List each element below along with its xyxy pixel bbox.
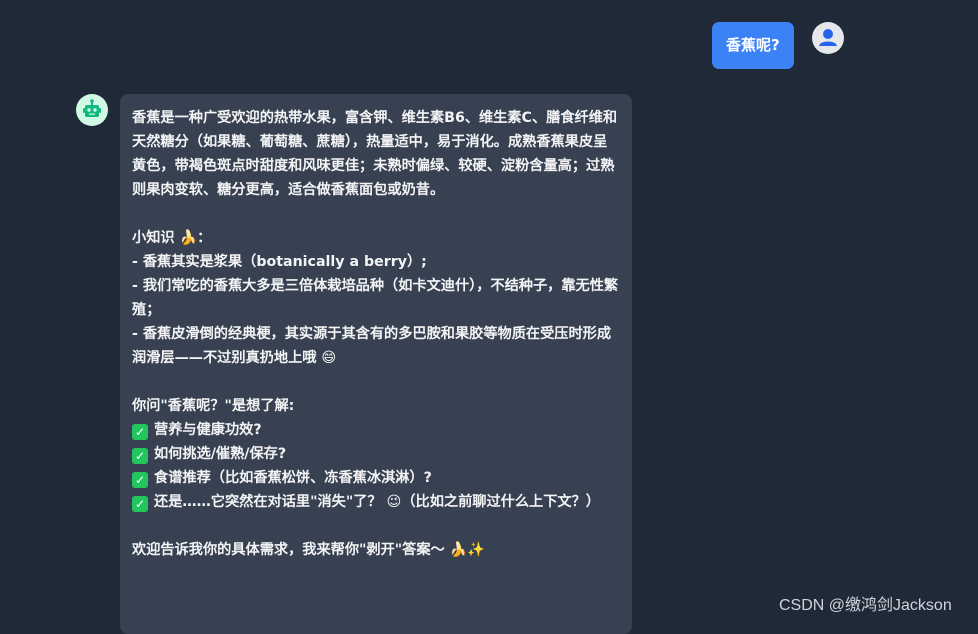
trivia-item: - 我们常吃的香蕉大多是三倍体栽培品种（如卡文迪什），不结种子，靠无性繁殖； xyxy=(132,278,619,318)
watermark: CSDN @缴鸿剑Jackson xyxy=(779,597,952,614)
check-icon: ✓ xyxy=(132,448,148,464)
robot-icon xyxy=(83,99,101,117)
trivia-title: 小知识 🍌： xyxy=(132,230,212,246)
trivia-item: - 香蕉其实是浆果（botanically a berry）; xyxy=(132,254,427,270)
option-text: 营养与健康功效? xyxy=(154,422,262,438)
user-message-bubble: 香蕉呢? xyxy=(712,22,794,69)
option-text: 还是……它突然在对话里"消失"了？ 😉（比如之前聊过什么上下文？） xyxy=(154,494,600,510)
option-item: ✓ 营养与健康功效? xyxy=(132,418,620,442)
check-icon: ✓ xyxy=(132,472,148,488)
user-avatar xyxy=(812,22,844,54)
option-text: 食谱推荐（比如香蕉松饼、冻香蕉冰淇淋）? xyxy=(154,470,432,486)
user-icon xyxy=(819,29,837,46)
user-message-row: 香蕉呢? xyxy=(712,22,794,69)
bot-intro-text: 香蕉是一种广受欢迎的热带水果，富含钾、维生素B6、维生素C、膳食纤维和天然糖分（… xyxy=(132,110,618,198)
question-intro: 你问"香蕉呢？"是想了解: xyxy=(132,398,295,414)
check-icon: ✓ xyxy=(132,424,148,440)
bot-outro-text: 欢迎告诉我你的具体需求，我来帮你"剥开"答案～ 🍌✨ xyxy=(132,542,485,558)
bot-avatar xyxy=(76,94,108,126)
option-item: ✓ 还是……它突然在对话里"消失"了？ 😉（比如之前聊过什么上下文？） xyxy=(132,490,620,514)
option-item: ✓ 食谱推荐（比如香蕉松饼、冻香蕉冰淇淋）? xyxy=(132,466,620,490)
trivia-item: - 香蕉皮滑倒的经典梗，其实源于其含有的多巴胺和果胶等物质在受压时形成润滑层——… xyxy=(132,326,612,366)
check-icon: ✓ xyxy=(132,496,148,512)
option-item: ✓ 如何挑选/催熟/保存? xyxy=(132,442,620,466)
bot-message-bubble: 香蕉是一种广受欢迎的热带水果，富含钾、维生素B6、维生素C、膳食纤维和天然糖分（… xyxy=(120,94,632,634)
option-text: 如何挑选/催熟/保存? xyxy=(154,446,287,462)
